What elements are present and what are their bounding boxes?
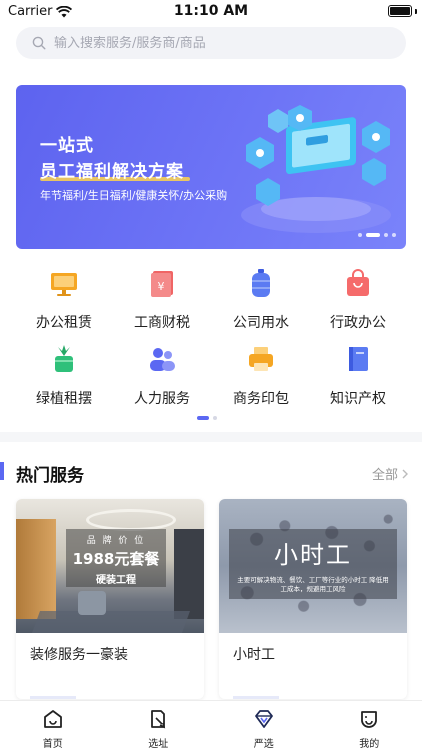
tab-home[interactable]: 首页 — [0, 701, 106, 750]
service-card-decoration[interactable]: 品 牌 价 位 1988元套餐 硬装工程 装修服务一豪装 — [16, 499, 204, 699]
section-accent-bar — [0, 462, 4, 480]
printer-icon — [249, 347, 273, 371]
category-admin-office[interactable]: 行政办公 — [308, 268, 408, 338]
clock: 11:10 AM — [173, 3, 249, 19]
chevron-right-icon — [402, 469, 408, 478]
overlay-description: 主要可解决物流、餐饮、工厂等行业的小时工 降低用工成本，规避用工风险 — [237, 576, 389, 594]
water-bucket-icon — [252, 269, 270, 297]
category-label: 公司用水 — [233, 315, 289, 331]
hourly-worker-image: 小时工 主要可解决物流、餐饮、工厂等行业的小时工 降低用工成本，规避用工风险 — [219, 499, 407, 633]
card-tag — [30, 696, 76, 699]
banner-subtitle: 员工福利解决方案 — [40, 162, 184, 182]
location-select-icon — [151, 710, 166, 729]
category-page-dot — [213, 416, 217, 420]
people-icon — [150, 348, 175, 371]
category-company-water[interactable]: 公司用水 — [211, 268, 311, 338]
tab-site-selection[interactable]: 选址 — [106, 701, 212, 750]
tab-label: 严选 — [253, 739, 274, 750]
tab-label: 首页 — [42, 739, 63, 750]
search-bar[interactable] — [16, 27, 406, 59]
category-label: 工商财税 — [134, 315, 190, 331]
category-label: 商务印包 — [233, 391, 289, 407]
tab-label: 选址 — [148, 739, 169, 750]
category-pagination — [197, 416, 217, 420]
overlay-caption: 品 牌 价 位 — [86, 536, 146, 546]
category-hr-services[interactable]: 人力服务 — [112, 344, 212, 414]
card-tag — [233, 696, 279, 699]
banner-dot — [392, 233, 396, 237]
search-input[interactable] — [54, 35, 384, 51]
category-office-rental[interactable]: 办公租赁 — [14, 268, 114, 338]
decoration-service-image: 品 牌 价 位 1988元套餐 硬装工程 — [16, 499, 204, 633]
book-icon — [349, 347, 368, 371]
category-label: 知识产权 — [330, 391, 386, 407]
status-bar: Carrier 11:10 AM — [0, 0, 422, 22]
banner-dot — [384, 233, 388, 237]
shopping-bag-icon — [347, 269, 369, 296]
banner-description: 年节福利/生日福利/健康关怀/办公采购 — [40, 189, 228, 202]
category-intellectual-property[interactable]: 知识产权 — [308, 344, 408, 414]
profile-face-icon — [361, 711, 378, 728]
svg-text:¥: ¥ — [158, 280, 165, 293]
banner-pagination — [358, 233, 396, 237]
category-plant-rental[interactable]: 绿植租摆 — [14, 344, 114, 414]
service-card-hourly-worker[interactable]: 小时工 主要可解决物流、餐饮、工厂等行业的小时工 降低用工成本，规避用工风险 小… — [219, 499, 407, 699]
battery-icon — [388, 5, 412, 17]
monitor-icon — [51, 273, 77, 296]
category-label: 绿植租摆 — [36, 391, 92, 407]
banner-illustration — [241, 105, 391, 233]
overlay-title: 小时工 — [274, 541, 352, 569]
overlay-subtitle: 硬装工程 — [96, 575, 136, 586]
section-divider — [0, 432, 422, 442]
search-icon — [32, 36, 46, 50]
category-label: 行政办公 — [330, 315, 386, 331]
tax-receipt-icon: ¥ — [151, 271, 173, 297]
card-title: 小时工 — [233, 647, 275, 663]
hourly-worker-overlay: 小时工 主要可解决物流、餐饮、工厂等行业的小时工 降低用工成本，规避用工风险 — [229, 529, 397, 599]
category-label: 人力服务 — [134, 391, 190, 407]
promo-banner[interactable]: 一站式 员工福利解决方案 年节福利/生日福利/健康关怀/办公采购 — [16, 85, 406, 249]
diamond-icon — [254, 710, 273, 728]
banner-dot — [358, 233, 362, 237]
decoration-price-overlay: 品 牌 价 位 1988元套餐 硬装工程 — [66, 529, 166, 587]
card-title: 装修服务一豪装 — [30, 647, 128, 663]
bottom-tab-bar: 首页 选址 严选 我的 — [0, 700, 422, 750]
tab-label: 我的 — [359, 739, 380, 750]
tab-featured[interactable]: 严选 — [211, 701, 317, 750]
banner-title: 一站式 — [40, 136, 94, 156]
category-label: 办公租赁 — [36, 315, 92, 331]
see-all-link[interactable]: 全部 — [372, 464, 410, 483]
potted-plant-icon — [55, 345, 73, 372]
hot-services-title: 热门服务 — [16, 466, 84, 486]
tab-profile[interactable]: 我的 — [317, 701, 422, 750]
banner-dot-active — [366, 233, 380, 237]
category-business-printing[interactable]: 商务印包 — [211, 344, 311, 414]
see-all-label: 全部 — [371, 468, 398, 483]
category-business-tax[interactable]: ¥ 工商财税 — [112, 268, 212, 338]
overlay-price: 1988元套餐 — [72, 550, 160, 568]
home-icon — [43, 710, 62, 728]
battery-tip — [415, 9, 417, 14]
category-page-dot-active — [197, 416, 209, 420]
